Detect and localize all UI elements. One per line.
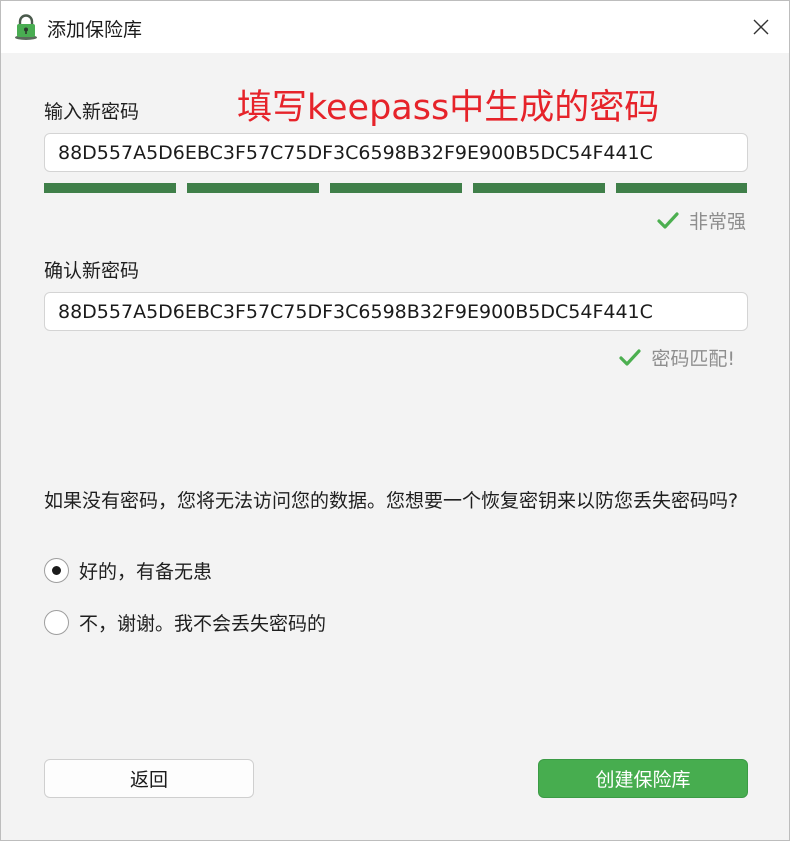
add-vault-dialog: 添加保险库 输入新密码 填写keepass中生成的密码 非常强 确认新密码 密码… [0,0,790,841]
radio-label: 好的，有备无患 [79,561,213,583]
match-text: 密码匹配! [651,348,735,370]
close-button[interactable] [741,9,781,45]
new-password-label: 输入新密码 [44,101,140,123]
annotation-text: 填写keepass中生成的密码 [237,88,660,128]
window-title: 添加保险库 [47,19,143,41]
radio-option-no[interactable]: 不，谢谢。我不会丢失密码的 [44,609,326,636]
check-icon [657,211,679,229]
confirm-password-label: 确认新密码 [44,260,140,282]
title-bar: 添加保险库 [1,1,789,53]
strength-segment [187,183,319,193]
strength-segment [44,183,176,193]
strength-segment [616,183,747,193]
vault-lock-icon [15,14,37,40]
close-icon [753,19,769,35]
radio-label: 不，谢谢。我不会丢失密码的 [79,613,327,635]
check-icon [619,348,641,366]
strength-status: 非常强 [657,207,746,234]
create-vault-button[interactable]: 创建保险库 [538,759,748,798]
new-password-input[interactable] [44,133,748,172]
back-button[interactable]: 返回 [44,759,254,798]
radio-button[interactable] [44,610,69,635]
match-status: 密码匹配! [619,344,735,371]
radio-button-selected[interactable] [44,558,69,583]
strength-segment [473,183,605,193]
recovery-question: 如果没有密码，您将无法访问您的数据。您想要一个恢复密钥来以防您丢失密码吗? [44,490,739,512]
strength-segment [330,183,462,193]
strength-text: 非常强 [688,211,746,233]
radio-option-yes[interactable]: 好的，有备无患 [44,557,212,584]
confirm-password-input[interactable] [44,292,748,331]
